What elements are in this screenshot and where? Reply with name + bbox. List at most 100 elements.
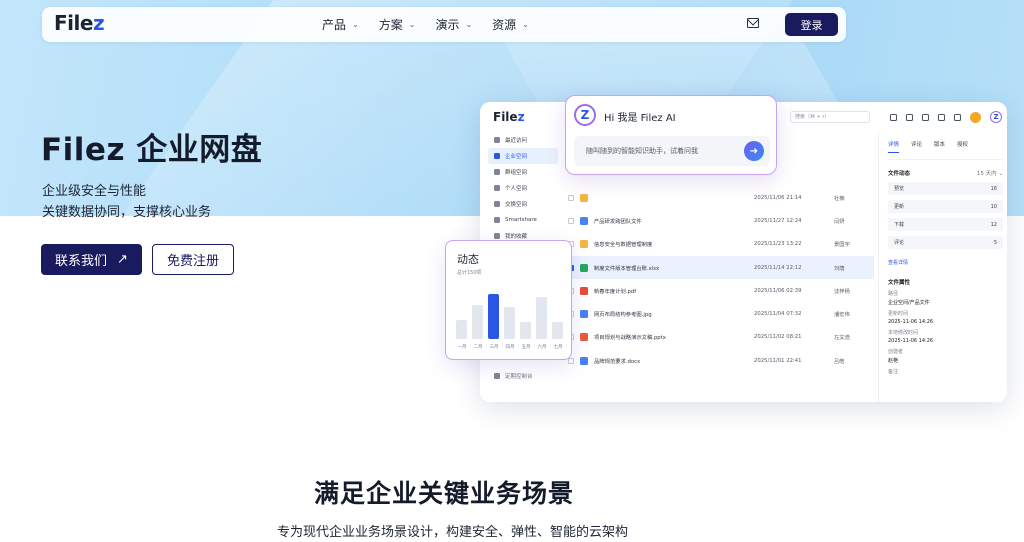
logo[interactable]: Filez <box>54 11 105 35</box>
activity-bar <box>536 297 547 339</box>
filez-ai-logo: Z <box>574 104 596 126</box>
file-checkbox[interactable] <box>568 357 574 364</box>
file-name: 新春年度计划.pdf <box>594 288 637 295</box>
activity-bar <box>488 294 499 339</box>
sidebar-footer[interactable]: 定期控制台 <box>494 372 533 380</box>
activity-bar-label: 三月 <box>489 345 499 350</box>
mail-icon[interactable] <box>747 18 759 28</box>
sidebar-item-icon <box>494 233 500 239</box>
sidebar-item[interactable]: 交换空间 <box>488 196 558 212</box>
file-row[interactable]: 网页布局结构参考图.jpg 2025/11/04 07:32 潘宏伟 <box>568 302 874 325</box>
sort-icon[interactable] <box>954 113 961 121</box>
file-checkbox[interactable] <box>568 217 574 224</box>
file-date: 2025/11/06 02:39 <box>754 287 802 294</box>
property-value: 2025-11-06 14:26 <box>888 319 934 325</box>
stat-value: 12 <box>990 221 997 228</box>
chevron-down-icon: ⌄ <box>408 20 416 29</box>
stat-value: 5 <box>993 239 997 246</box>
sidebar-item[interactable]: 最近访问 <box>488 132 558 148</box>
filez-ai-card: Z Hi 我是 Filez AI 随叫随到的智能知识助手，试着问我 ➜ <box>565 95 777 175</box>
activity-subtitle: 总计150项 <box>457 270 482 276</box>
file-row[interactable]: 制度文件版本管理台账.xlsx 2025/11/14 22:12 刘荫 <box>568 255 874 280</box>
activity-stat: 更新 10 <box>888 200 1003 213</box>
arrow-up-right-icon: ↗ <box>117 252 128 267</box>
activity-bar <box>472 305 483 339</box>
sidebar-item[interactable]: 企业空间 <box>488 148 558 164</box>
property-value: 企业空间/产品文件 <box>888 300 930 306</box>
ai-question-input[interactable]: 随叫随到的智能知识助手，试着问我 <box>574 136 770 166</box>
file-row[interactable]: 品牌规范要求.docx 2025/11/01 22:41 吕皓 <box>568 349 874 372</box>
sidebar-item-label: 我的收藏 <box>505 234 528 240</box>
file-owner: 潘宏伟 <box>834 312 850 319</box>
nav-item-solutions[interactable]: 方案 ⌄ <box>379 16 416 33</box>
file-name: 制度文件版本管理台账.xlsx <box>594 265 660 272</box>
activity-range-select[interactable]: 15 天内 ⌄ <box>977 169 1003 177</box>
app-toolbar: Z <box>890 111 1002 123</box>
app-search-input[interactable]: 搜索（⌘ + r） <box>790 111 870 123</box>
file-type-icon <box>580 216 588 225</box>
property-label: 备注 <box>888 369 899 375</box>
chevron-down-icon: ⌄ <box>465 20 473 29</box>
top-nav: Filez 产品 ⌄ 方案 ⌄ 演示 ⌄ 资源 ⌄ 登录 <box>42 7 846 42</box>
file-row[interactable]: 产品研发跨团队文件 2025/11/27 12:24 闫妍 <box>568 209 874 232</box>
file-checkbox[interactable] <box>568 194 574 201</box>
detail-tab[interactable]: 版本 <box>934 140 945 153</box>
detail-tab[interactable]: 授权 <box>957 140 968 153</box>
free-register-button[interactable]: 免费注册 <box>152 244 234 275</box>
nav-item-resources[interactable]: 资源 ⌄ <box>492 16 529 33</box>
login-button[interactable]: 登录 <box>785 13 838 36</box>
sidebar-item-icon <box>494 217 500 223</box>
sidebar-item-label: 交换空间 <box>505 202 528 208</box>
app-sidebar: 最近访问企业空间群组空间个人空间交换空间 Smartshare 我的收藏 <box>488 132 558 244</box>
detail-tab[interactable]: 详情 <box>888 140 900 153</box>
ai-greeting: Hi 我是 Filez AI <box>604 113 676 124</box>
file-date: 2025/11/14 22:12 <box>754 264 802 271</box>
grid-icon[interactable] <box>890 113 897 121</box>
activity-stat: 评论 5 <box>888 236 1003 249</box>
activity-bar <box>552 322 563 339</box>
file-row[interactable]: 新春年度计划.pdf 2025/11/06 02:39 沈梓杨 <box>568 279 874 302</box>
sidebar-item-label: 最近访问 <box>505 138 528 144</box>
sidebar-item-label: 群组空间 <box>505 170 528 176</box>
file-row[interactable]: 2025/11/06 21:14 杜楠 <box>568 186 874 209</box>
activity-title: 动态 <box>457 253 479 266</box>
nav-item-products[interactable]: 产品 ⌄ <box>322 16 359 33</box>
sidebar-item[interactable]: 群组空间 <box>488 164 558 180</box>
filez-ai-icon[interactable]: Z <box>990 111 1002 123</box>
view-details-link[interactable]: 查看详情 <box>888 259 1003 266</box>
file-date: 2025/11/02 08:21 <box>754 334 802 341</box>
file-owner: 沈梓杨 <box>834 288 850 295</box>
user-avatar[interactable] <box>970 111 981 123</box>
file-name: 信息安全与数据管理制度 <box>594 242 653 249</box>
file-owner: 刘荫 <box>834 265 845 272</box>
file-owner: 景国宇 <box>834 242 850 249</box>
sidebar-item-icon <box>494 201 500 207</box>
file-date: 2025/11/23 13:22 <box>754 241 802 248</box>
property-label: 创建者 <box>888 349 904 355</box>
stat-label: 预览 <box>894 186 905 192</box>
detail-panel: 详情 评论 版本 授权 文件动态 15 天内 ⌄ 预览 16 更新 10 下载 12 评论 5 查看… <box>878 132 1003 402</box>
file-owner: 闫妍 <box>834 218 845 225</box>
settings-icon[interactable] <box>938 113 945 121</box>
activity-bar <box>520 322 531 339</box>
box-icon[interactable] <box>906 113 913 121</box>
sidebar-item[interactable]: Smartshare <box>488 212 558 228</box>
app-logo: Filez <box>493 110 525 124</box>
stat-value: 16 <box>990 185 997 192</box>
file-type-icon <box>580 310 588 319</box>
file-name: 品牌规范要求.docx <box>594 358 641 365</box>
file-name: 产品研发跨团队文件 <box>594 218 642 225</box>
hero-subtitle-1: 企业级安全与性能 <box>42 184 147 199</box>
file-type-icon <box>580 286 588 295</box>
file-row[interactable]: 项目规划与战略演示文稿.pptx 2025/11/02 08:21 左文浩 <box>568 326 874 349</box>
bell-icon[interactable] <box>922 113 929 121</box>
nav-item-demo[interactable]: 演示 ⌄ <box>435 16 472 33</box>
sidebar-item[interactable]: 个人空间 <box>488 180 558 196</box>
send-arrow-icon[interactable]: ➜ <box>744 141 764 161</box>
activity-bar-label: 五月 <box>521 345 531 350</box>
contact-us-button[interactable]: 联系我们 ↗ <box>41 244 142 275</box>
activity-bar-label: 六月 <box>537 345 547 350</box>
file-activity-header: 文件动态 15 天内 ⌄ <box>888 169 1003 177</box>
detail-tab[interactable]: 评论 <box>911 140 922 153</box>
file-row[interactable]: 信息安全与数据管理制度 2025/11/23 13:22 景国宇 <box>568 233 874 256</box>
